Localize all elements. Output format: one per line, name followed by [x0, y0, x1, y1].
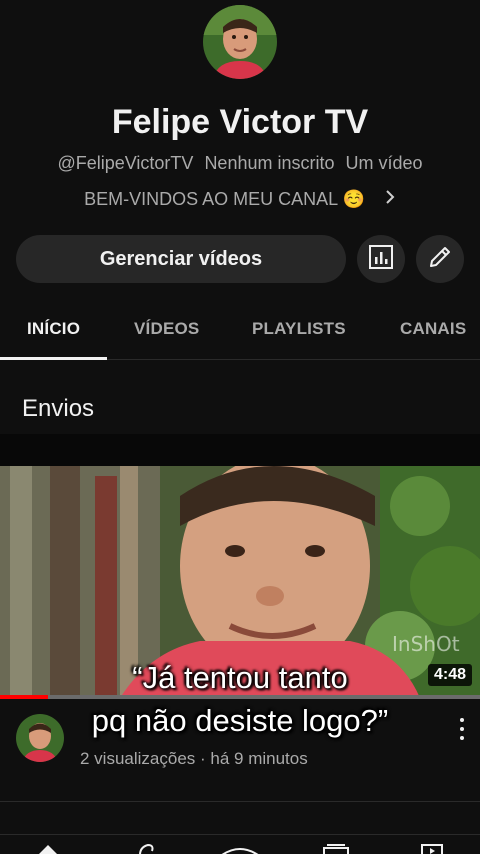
video-stats: 2 visualizações · há 9 minutos: [80, 749, 308, 768]
video-count: Um vídeo: [345, 153, 423, 173]
manage-videos-button[interactable]: Gerenciar vídeos: [16, 235, 346, 283]
bottom-navigation: [0, 834, 480, 854]
tab-inicio[interactable]: INÍCIO: [27, 319, 80, 339]
analytics-button[interactable]: [357, 235, 405, 283]
tab-videos[interactable]: VÍDEOS: [134, 319, 199, 339]
section-divider: [0, 434, 480, 466]
edit-channel-button[interactable]: [416, 235, 464, 283]
channel-avatar[interactable]: [203, 5, 277, 79]
tab-playlists[interactable]: PLAYLISTS: [252, 319, 346, 339]
pencil-icon: [427, 244, 453, 275]
home-icon[interactable]: [36, 841, 60, 854]
subscriber-count: Nenhum inscrito: [204, 153, 335, 173]
overlay-caption-line1: “Já tentou tanto: [132, 660, 348, 695]
channel-name: Felipe Victor TV: [111, 103, 369, 141]
channel-description-link[interactable]: BEM-VINDOS AO MEU CANAL ☺️: [0, 189, 480, 210]
channel-handle: @FelipeVictorTV: [57, 153, 194, 173]
subscriptions-icon[interactable]: [323, 841, 349, 854]
library-icon[interactable]: [420, 841, 444, 854]
shorts-icon[interactable]: [134, 841, 156, 854]
tab-canais[interactable]: CANAIS: [400, 319, 466, 339]
channel-tabs: INÍCIO VÍDEOS PLAYLISTS CANAIS: [0, 305, 480, 360]
active-tab-indicator: [0, 357, 107, 360]
analytics-icon: [368, 244, 394, 275]
inshot-watermark: InShOt: [392, 632, 460, 656]
create-icon[interactable]: [220, 841, 260, 854]
chevron-right-icon: [384, 189, 396, 210]
channel-description: BEM-VINDOS AO MEU CANAL ☺️: [84, 189, 365, 209]
channel-meta: @FelipeVictorTV Nenhum inscrito Um vídeo: [0, 153, 480, 174]
divider: [0, 801, 480, 802]
section-title: Envios: [22, 395, 95, 422]
overlay-caption-line2: pq não desiste logo?”: [91, 703, 389, 738]
